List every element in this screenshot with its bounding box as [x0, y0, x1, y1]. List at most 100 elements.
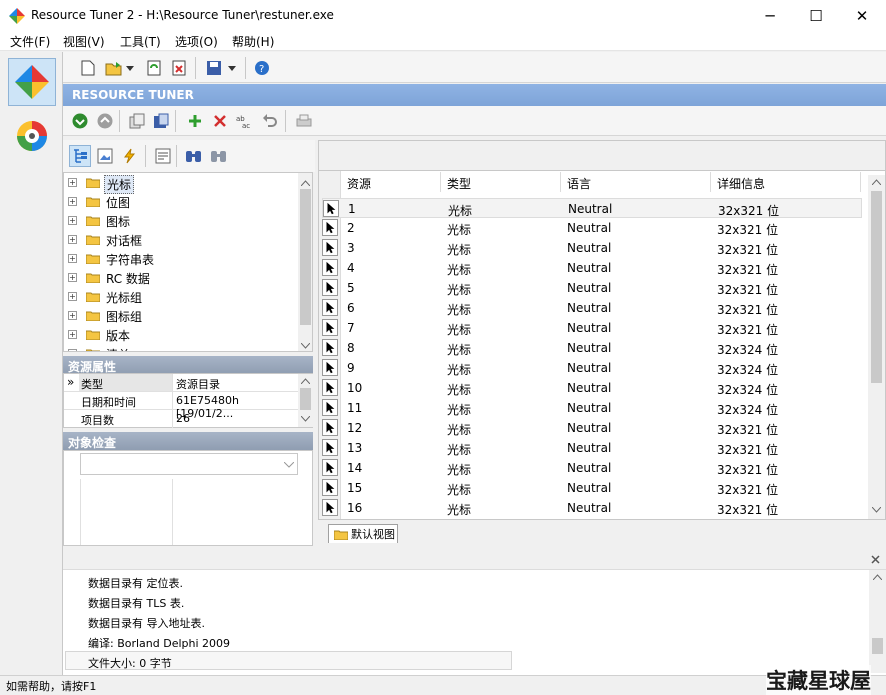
view-image-button[interactable]: [94, 145, 116, 167]
tree-item[interactable]: + RC 数据: [64, 268, 300, 287]
save-button[interactable]: [203, 57, 225, 79]
toolbar-separator: [119, 110, 120, 132]
prop-row[interactable]: 项目数 26: [64, 410, 299, 428]
table-row[interactable]: 6 光标 Neutral 32x321 位: [322, 298, 862, 318]
cell-type: 光标: [447, 283, 472, 297]
tree-item[interactable]: + 图标: [64, 211, 300, 230]
tree-scrollbar[interactable]: [298, 173, 312, 351]
table-scrollbar[interactable]: [868, 175, 885, 519]
expand-toggle[interactable]: +: [68, 311, 77, 320]
expand-toggle[interactable]: +: [68, 178, 77, 187]
tree-item-label: 清单: [106, 346, 130, 351]
menu-help[interactable]: 帮助(H): [232, 33, 274, 50]
maximize-button[interactable]: ☐: [793, 0, 839, 31]
cell-resource: 13: [347, 441, 363, 455]
expand-toggle[interactable]: +: [68, 216, 77, 225]
find-button[interactable]: [183, 145, 205, 167]
log-scrollbar[interactable]: [869, 570, 886, 673]
copy-button[interactable]: [126, 110, 148, 132]
tree-item[interactable]: + 光标: [64, 173, 300, 194]
undo-button[interactable]: [259, 110, 281, 132]
tree-item[interactable]: + 光标组: [64, 287, 300, 306]
tree-item[interactable]: + 版本: [64, 325, 300, 344]
table-row[interactable]: 13 光标 Neutral 32x321 位: [322, 438, 862, 458]
expand-toggle[interactable]: +: [68, 349, 77, 351]
tree-item[interactable]: + 字符串表: [64, 249, 300, 268]
table-row[interactable]: 16 光标 Neutral 32x321 位: [322, 498, 862, 518]
add-resource-button[interactable]: [184, 110, 206, 132]
cell-resource: 5: [347, 281, 355, 295]
scroll-up-arrow[interactable]: [300, 176, 311, 187]
expand-toggle[interactable]: +: [68, 330, 77, 339]
inspector-button[interactable]: [8, 112, 56, 160]
table-row[interactable]: 12 光标 Neutral 32x321 位: [322, 418, 862, 438]
open-dropdown[interactable]: [123, 57, 137, 79]
header-details[interactable]: 详细信息: [711, 172, 861, 192]
delete-resource-button[interactable]: [209, 110, 231, 132]
filter-button[interactable]: [119, 145, 141, 167]
table-row[interactable]: 3 光标 Neutral 32x321 位: [322, 238, 862, 258]
expand-toggle[interactable]: +: [68, 273, 77, 282]
help-button[interactable]: ?: [251, 57, 273, 79]
resource-tuner-button[interactable]: [8, 58, 56, 106]
print-button[interactable]: [293, 110, 315, 132]
log-selected-line[interactable]: 文件大小: 0 字节: [65, 651, 512, 670]
tree-item-label: 位图: [106, 196, 131, 210]
cell-type: 光标: [447, 323, 472, 337]
expand-toggle[interactable]: +: [68, 235, 77, 244]
cell-resource: 3: [347, 241, 355, 255]
tree-scroll-thumb[interactable]: [300, 189, 311, 325]
object-combo[interactable]: [80, 453, 298, 475]
props-scrollbar[interactable]: [298, 374, 313, 427]
find-next-button[interactable]: [208, 145, 230, 167]
table-row[interactable]: 15 光标 Neutral 32x321 位: [322, 478, 862, 498]
go-next-button[interactable]: [69, 110, 91, 132]
tab-default-view[interactable]: 默认视图: [328, 524, 398, 543]
expand-toggle[interactable]: +: [68, 292, 77, 301]
new-button[interactable]: [77, 57, 99, 79]
table-row[interactable]: 2 光标 Neutral 32x321 位: [322, 218, 862, 238]
save-dropdown[interactable]: [225, 57, 239, 79]
open-button[interactable]: [103, 57, 125, 79]
table-row[interactable]: 8 光标 Neutral 32x324 位: [322, 338, 862, 358]
tree-item[interactable]: + 位图: [64, 192, 300, 211]
minimize-button[interactable]: ─: [747, 0, 793, 31]
close-button[interactable]: ✕: [839, 0, 885, 31]
menu-file[interactable]: 文件(F): [10, 33, 50, 50]
prop-row[interactable]: 日期和时间 61E75480h [19/01/2...: [64, 392, 299, 420]
scroll-down-arrow[interactable]: [300, 339, 311, 349]
table-row[interactable]: 9 光标 Neutral 32x324 位: [322, 358, 862, 378]
table-row[interactable]: 4 光标 Neutral 32x321 位: [322, 258, 862, 278]
prop-row[interactable]: » 类型 资源目录: [64, 374, 299, 392]
table-row[interactable]: 11 光标 Neutral 32x324 位: [322, 398, 862, 418]
close-file-button[interactable]: [168, 57, 190, 79]
tree-item[interactable]: + 对话框: [64, 230, 300, 249]
go-up-button[interactable]: [94, 110, 116, 132]
table-row[interactable]: 5 光标 Neutral 32x321 位: [322, 278, 862, 298]
close-icon[interactable]: [871, 555, 880, 564]
log-scroll-thumb[interactable]: [872, 638, 883, 654]
table-row[interactable]: 10 光标 Neutral 32x324 位: [322, 378, 862, 398]
menu-tools[interactable]: 工具(T): [120, 33, 161, 50]
table-scroll-thumb[interactable]: [871, 191, 882, 383]
menu-options[interactable]: 选项(O): [175, 33, 218, 50]
paste-button[interactable]: [150, 110, 172, 132]
header-language[interactable]: 语言: [561, 172, 711, 192]
tree-view-button[interactable]: [69, 145, 91, 167]
tree-item[interactable]: + 图标组: [64, 306, 300, 325]
properties-button[interactable]: [152, 145, 174, 167]
expand-toggle[interactable]: +: [68, 197, 77, 206]
table-row[interactable]: 7 光标 Neutral 32x321 位: [322, 318, 862, 338]
table-row[interactable]: 1 光标 Neutral 32x321 位: [322, 198, 862, 218]
props-scroll-thumb[interactable]: [300, 388, 311, 410]
expand-toggle[interactable]: +: [68, 254, 77, 263]
header-resource[interactable]: 资源: [341, 172, 441, 192]
cell-resource: 10: [347, 381, 363, 395]
folder-icon: [86, 349, 100, 351]
rename-button[interactable]: ab ac: [234, 110, 256, 132]
header-type[interactable]: 类型: [441, 172, 561, 192]
menu-view[interactable]: 视图(V): [63, 33, 105, 50]
table-row[interactable]: 14 光标 Neutral 32x321 位: [322, 458, 862, 478]
tree-item[interactable]: + 清单: [64, 344, 300, 351]
refresh-button[interactable]: [143, 57, 165, 79]
